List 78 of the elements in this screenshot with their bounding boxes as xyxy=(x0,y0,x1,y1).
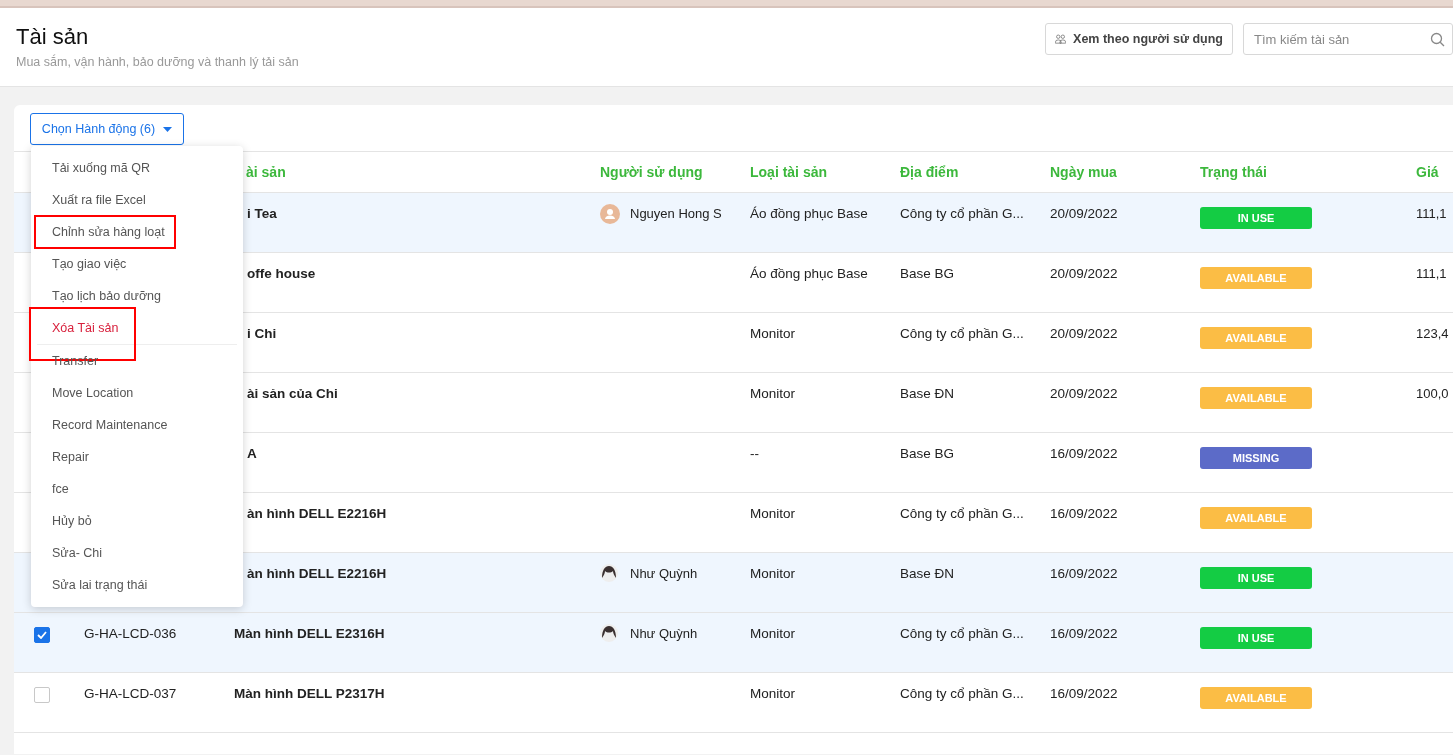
status-badge: IN USE xyxy=(1200,206,1312,229)
menu-item[interactable]: Repair xyxy=(31,441,243,473)
page-title: Tài sản xyxy=(16,24,90,50)
status-badge: AVAILABLE xyxy=(1200,506,1312,529)
asset-type: Monitor xyxy=(750,385,795,401)
search-icon xyxy=(1430,32,1445,47)
status-badge: MISSING xyxy=(1200,446,1312,469)
purchase-date: 16/09/2022 xyxy=(1050,505,1118,521)
location-text: Công ty cổ phần G... xyxy=(900,325,1024,341)
location-text: Công ty cổ phần G... xyxy=(900,685,1024,701)
menu-item[interactable]: Tạo giao việc xyxy=(31,248,243,280)
location-text: Công ty cổ phần G... xyxy=(900,625,1024,641)
purchase-date: 16/09/2022 xyxy=(1050,565,1118,581)
menu-item[interactable]: Sửa lai trạng thái xyxy=(31,569,243,601)
location-text: Base ĐN xyxy=(900,385,955,401)
asset-name: àn hình DELL E2216H xyxy=(247,565,387,581)
status-badge: AVAILABLE xyxy=(1200,386,1312,409)
price-text: 100,0 xyxy=(1416,385,1449,401)
user-name: Nguyen Hong S xyxy=(630,206,722,221)
menu-item[interactable]: Sửa- Chi xyxy=(31,537,243,569)
menu-item[interactable]: Xóa Tài sản xyxy=(31,312,243,344)
purchase-date: 16/09/2022 xyxy=(1050,445,1118,461)
asset-name: Màn hình DELL P2317H xyxy=(234,685,385,701)
location-text: Base BG xyxy=(900,445,955,461)
checkmark-icon xyxy=(37,630,47,639)
menu-item[interactable]: Chỉnh sửa hàng loạt xyxy=(31,216,243,248)
location-text: Base BG xyxy=(900,265,955,281)
purchase-date: 16/09/2022 xyxy=(1050,685,1118,701)
menu-item[interactable]: Tải xuống mã QR xyxy=(31,152,243,184)
asset-code: G-HA-LCD-036 xyxy=(84,625,177,641)
asset-name: Màn hình DELL E2316H xyxy=(234,625,385,641)
asset-name: i Tea xyxy=(247,205,277,221)
search-field[interactable]: Tìm kiếm tài sản xyxy=(1243,23,1453,55)
asset-type: Monitor xyxy=(750,565,795,581)
asset-type: Monitor xyxy=(750,325,795,341)
purchase-date: 16/09/2022 xyxy=(1050,625,1118,641)
status-badge: AVAILABLE xyxy=(1200,326,1312,349)
menu-item[interactable]: Xuất ra file Excel xyxy=(31,184,243,216)
location-text: Công ty cổ phần G... xyxy=(900,505,1024,521)
asset-name: i Chi xyxy=(247,325,277,341)
asset-name: àn hình DELL E2216H xyxy=(247,505,387,521)
user-name: Như Quỳnh xyxy=(630,626,698,641)
status-badge: AVAILABLE xyxy=(1200,686,1312,709)
checkbox[interactable] xyxy=(34,626,50,643)
location-text: Base ĐN xyxy=(900,565,955,581)
purchase-date: 20/09/2022 xyxy=(1050,265,1118,281)
asset-type: Áo đồng phục Base xyxy=(750,265,868,281)
status-badge: IN USE xyxy=(1200,626,1312,649)
status-badge: AVAILABLE xyxy=(1200,266,1312,289)
action-dropdown-button[interactable]: Chọn Hành động (6) xyxy=(30,113,184,145)
asset-type: Áo đồng phục Base xyxy=(750,205,868,221)
price-text: 123,4 xyxy=(1416,325,1449,341)
menu-item[interactable]: Move Location xyxy=(31,377,243,409)
caret-icon xyxy=(163,126,173,132)
status-badge: IN USE xyxy=(1200,566,1312,589)
asset-code: G-HA-LCD-037 xyxy=(84,685,177,701)
price-text: 111,1 xyxy=(1416,265,1447,281)
asset-name: offe house xyxy=(247,265,316,281)
asset-type: Monitor xyxy=(750,625,795,641)
asset-type: Monitor xyxy=(750,685,795,701)
checkbox[interactable] xyxy=(34,686,50,703)
asset-type: -- xyxy=(750,445,759,461)
menu-item[interactable]: Tạo lịch bảo dưỡng xyxy=(31,280,243,312)
page-subtitle: Mua sắm, vận hành, bảo dưỡng và thanh lý tải sản xyxy=(16,55,299,69)
price-text: 111,1 xyxy=(1416,205,1447,221)
purchase-date: 20/09/2022 xyxy=(1050,385,1118,401)
purchase-date: 20/09/2022 xyxy=(1050,205,1118,221)
user-name: Như Quỳnh xyxy=(630,566,698,581)
menu-item[interactable]: fce xyxy=(31,473,243,505)
menu-item[interactable]: Hủy bỏ xyxy=(31,505,243,537)
users-icon xyxy=(1055,32,1067,46)
menu-item[interactable]: Record Maintenance xyxy=(31,409,243,441)
asset-name: A xyxy=(247,445,257,461)
location-text: Công ty cổ phần G... xyxy=(900,205,1024,221)
asset-type: Monitor xyxy=(750,505,795,521)
view-by-user-button[interactable]: Xem theo người sử dụng xyxy=(1045,23,1233,55)
purchase-date: 20/09/2022 xyxy=(1050,325,1118,341)
asset-name: ài sản của Chi xyxy=(247,385,338,401)
